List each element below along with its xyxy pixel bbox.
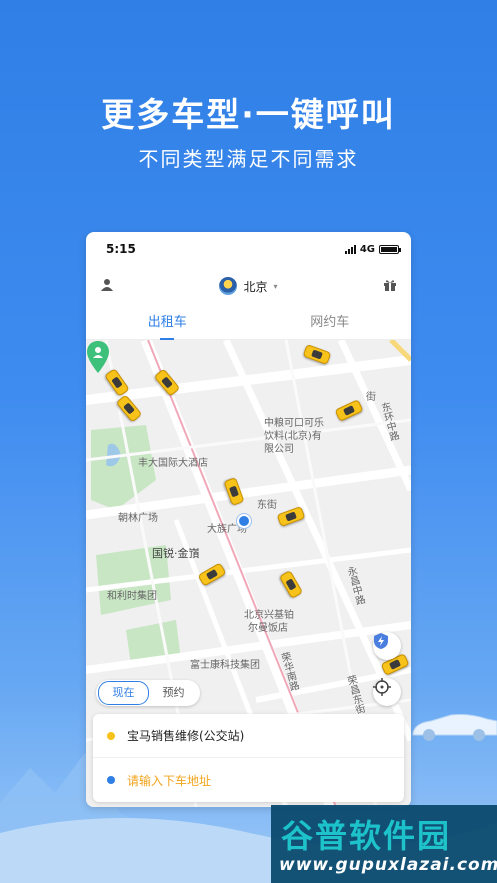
pickup-address-row[interactable]: 宝马销售维修(公交站) bbox=[93, 714, 404, 758]
address-card: 宝马销售维修(公交站) 请输入下车地址 bbox=[93, 714, 404, 802]
ride-time-toggle: 现在 预约 bbox=[96, 680, 200, 706]
toggle-reserve[interactable]: 预约 bbox=[149, 682, 198, 704]
dropoff-placeholder: 请输入下车地址 bbox=[127, 773, 212, 788]
map-label-street: 街 bbox=[366, 392, 376, 403]
safety-shield-button[interactable] bbox=[373, 632, 401, 660]
dropoff-address-row[interactable]: 请输入下车地址 bbox=[93, 758, 404, 802]
city-name: 北京 bbox=[243, 279, 268, 294]
map-label-hotel: 北京兴基铂 bbox=[244, 610, 294, 621]
map-label-hotel: 尔曼饭店 bbox=[248, 623, 288, 634]
city-selector[interactable]: 北京 ▾ bbox=[219, 277, 278, 295]
caret-down-icon: ▾ bbox=[273, 281, 278, 291]
map-label-building: 国锐·金嵿 bbox=[152, 547, 200, 560]
pickup-address: 宝马销售维修(公交站) bbox=[127, 729, 245, 743]
dropoff-dot-icon bbox=[107, 776, 115, 784]
map-label-street: 东街 bbox=[257, 500, 277, 511]
map-label-plaza: 朝林广场 bbox=[118, 513, 158, 524]
city-logo-icon bbox=[219, 277, 238, 295]
top-bar: 北京 ▾ bbox=[86, 270, 411, 302]
toggle-now[interactable]: 现在 bbox=[98, 681, 149, 705]
map-label-company: 富士康科技集团 bbox=[190, 660, 260, 671]
map-label-poi: 限公司 bbox=[264, 444, 294, 455]
status-bar: 5:15 4G bbox=[86, 232, 411, 266]
person-icon[interactable] bbox=[100, 277, 114, 296]
network-type: 4G bbox=[359, 243, 375, 255]
current-location-icon bbox=[237, 514, 251, 528]
site-watermark: 谷普软件园 www.gupuxlazai.com bbox=[271, 805, 497, 883]
relocate-button[interactable] bbox=[373, 678, 401, 706]
status-indicators: 4G bbox=[344, 243, 401, 255]
gift-icon[interactable] bbox=[383, 277, 397, 296]
watermark-title: 谷普软件园 bbox=[281, 817, 452, 855]
hero-title: 更多车型·一键呼叫 bbox=[101, 95, 396, 134]
crosshair-icon bbox=[373, 678, 391, 696]
signal-icon bbox=[344, 244, 356, 254]
tab-taxi[interactable]: 出租车 bbox=[86, 308, 249, 340]
tab-ride-hailing[interactable]: 网约车 bbox=[249, 308, 412, 339]
phone-screen: 5:15 4G 北京 ▾ 出租车 网约车 中粮可口可乐 饮料(北京)有 限公司 … bbox=[86, 232, 411, 807]
battery-icon bbox=[379, 244, 401, 254]
service-tabs: 出租车 网约车 bbox=[86, 308, 411, 340]
shield-icon bbox=[374, 633, 388, 649]
map-label-poi: 饮料(北京)有 bbox=[264, 431, 322, 442]
watermark-url: www.gupuxlazai.com bbox=[279, 855, 497, 875]
map-label-hotel: 丰大国际大酒店 bbox=[138, 458, 208, 469]
map-label-poi: 中粮可口可乐 bbox=[264, 418, 324, 429]
car-decoration bbox=[412, 714, 497, 741]
status-time: 5:15 bbox=[106, 242, 136, 256]
hero-subtitle: 不同类型满足不同需求 bbox=[138, 147, 359, 171]
pickup-dot-icon bbox=[107, 731, 115, 740]
map-label-company: 和利时集团 bbox=[107, 591, 157, 602]
pickup-pin-icon bbox=[87, 341, 109, 373]
